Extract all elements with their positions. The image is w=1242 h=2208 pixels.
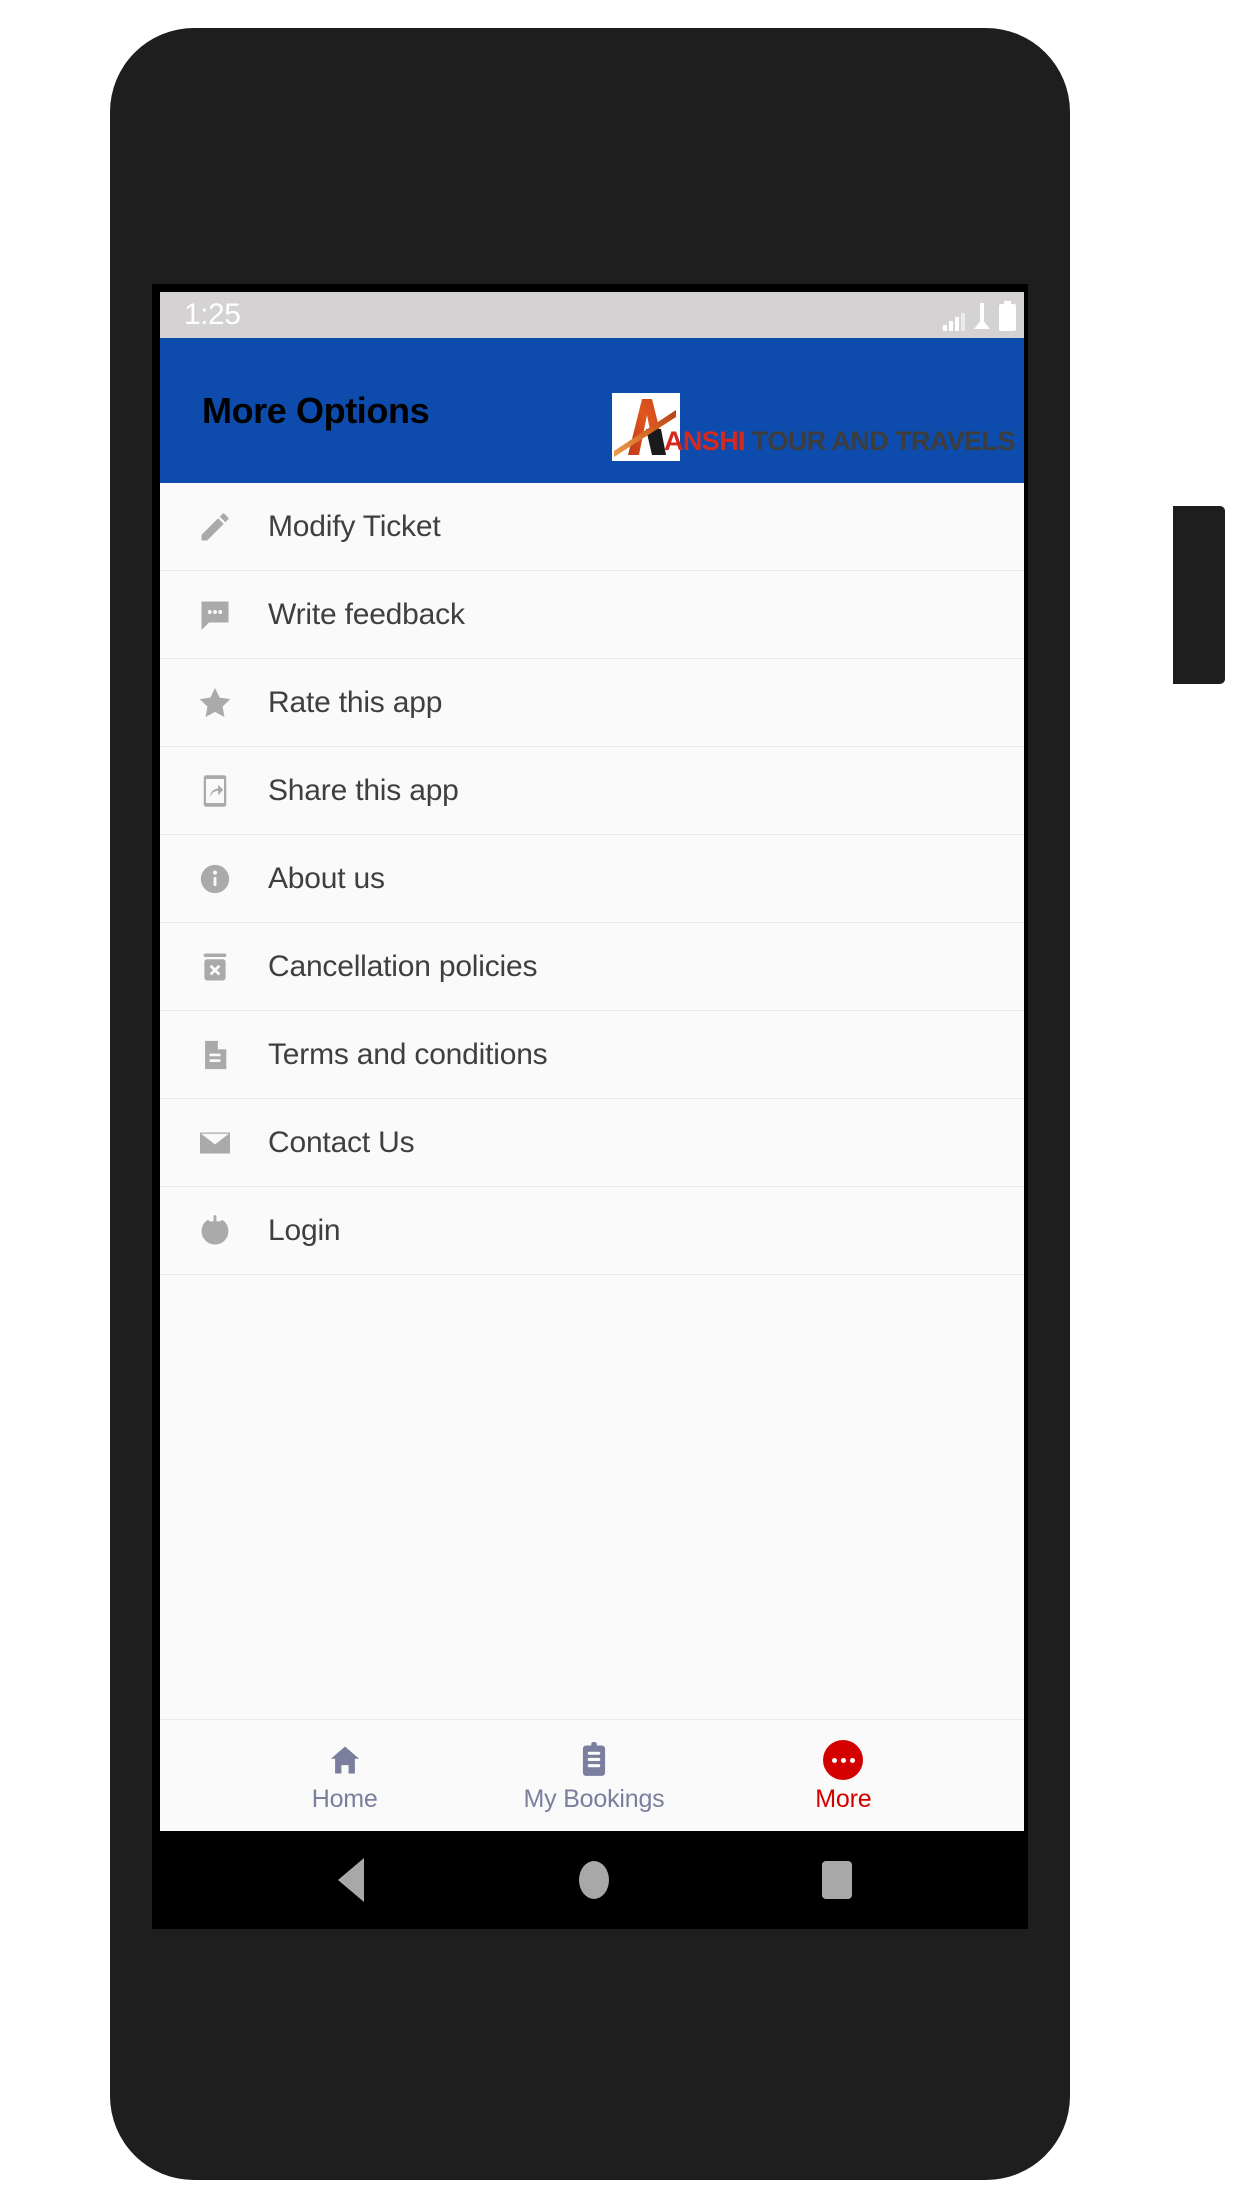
list-item-label: Rate this app <box>268 685 443 719</box>
nav-tab-label: Home <box>311 1785 378 1813</box>
list-item-label: Write feedback <box>268 597 465 631</box>
list-item-label: Terms and conditions <box>268 1037 548 1071</box>
list-item-modify-ticket[interactable]: Modify Ticket <box>160 483 1024 571</box>
list-item-terms-and-conditions[interactable]: Terms and conditions <box>160 1011 1024 1099</box>
list-item-contact-us[interactable]: Contact Us <box>160 1099 1024 1187</box>
battery-icon <box>999 301 1016 331</box>
nav-tab-label: My Bookings <box>523 1785 665 1813</box>
list-item-rate-this-app[interactable]: Rate this app <box>160 659 1024 747</box>
list-item-label: Modify Ticket <box>268 509 441 543</box>
list-item-about-us[interactable]: About us <box>160 835 1024 923</box>
brand-name-secondary: TOUR AND TRAVELS <box>745 426 1016 456</box>
network-icon <box>974 303 990 329</box>
brand-logo: ANSHI TOUR AND TRAVELS <box>612 393 1015 461</box>
nav-tab-more[interactable]: More <box>719 1739 968 1812</box>
star-icon <box>194 682 236 724</box>
share-phone-icon <box>194 770 236 812</box>
list-item-login[interactable]: Login <box>160 1187 1024 1275</box>
home-icon <box>327 1739 363 1781</box>
status-bar-clock: 1:25 <box>184 298 241 331</box>
home-circle-icon[interactable] <box>559 1845 629 1915</box>
brand-name: ANSHI TOUR AND TRAVELS <box>664 428 1015 461</box>
more-dots-icon <box>823 1739 864 1781</box>
list-item-label: Contact Us <box>268 1125 415 1159</box>
app-header: More Options ANSHI TOUR AND TRAVELS <box>160 338 1024 483</box>
document-icon <box>194 1034 236 1076</box>
info-circle-icon <box>194 858 236 900</box>
list-item-write-feedback[interactable]: Write feedback <box>160 571 1024 659</box>
brand-name-primary: ANSHI <box>664 426 746 456</box>
pencil-icon <box>194 506 236 548</box>
back-triangle-icon[interactable] <box>316 1845 386 1915</box>
chat-bubble-icon <box>194 594 236 636</box>
list-item-label: Cancellation policies <box>268 949 538 983</box>
recents-square-icon[interactable] <box>802 1845 872 1915</box>
clipboard-icon <box>577 1739 611 1781</box>
list-item-share-this-app[interactable]: Share this app <box>160 747 1024 835</box>
nav-tab-home[interactable]: Home <box>220 1739 469 1812</box>
list-item-label: Login <box>268 1213 341 1247</box>
bottom-navigation-bar: Home My Bookings More <box>160 1719 1024 1831</box>
list-item-label: Share this app <box>268 773 459 807</box>
phone-screen: 1:25 More Options ANSHI TOUR AND TRAVELS… <box>152 284 1028 1929</box>
screenshot-canvas: 1:25 More Options ANSHI TOUR AND TRAVELS… <box>0 0 1242 2208</box>
page-title: More Options <box>202 389 430 431</box>
list-item-label: About us <box>268 861 385 895</box>
android-system-nav <box>160 1831 1024 1925</box>
list-empty-space <box>160 1275 1024 1445</box>
trash-x-icon <box>194 946 236 988</box>
app-viewport: 1:25 More Options ANSHI TOUR AND TRAVELS… <box>160 292 1024 1925</box>
list-item-cancellation-policies[interactable]: Cancellation policies <box>160 923 1024 1011</box>
power-button[interactable] <box>1173 506 1225 684</box>
power-icon <box>194 1210 236 1252</box>
options-list: Modify Ticket Write feedback Rate this a… <box>160 483 1024 1719</box>
nav-tab-my-bookings[interactable]: My Bookings <box>469 1739 718 1812</box>
status-bar: 1:25 <box>160 292 1024 338</box>
envelope-icon <box>194 1122 236 1164</box>
signal-icon <box>943 313 965 331</box>
status-bar-icons <box>943 299 1016 331</box>
nav-tab-label: More <box>815 1785 872 1813</box>
